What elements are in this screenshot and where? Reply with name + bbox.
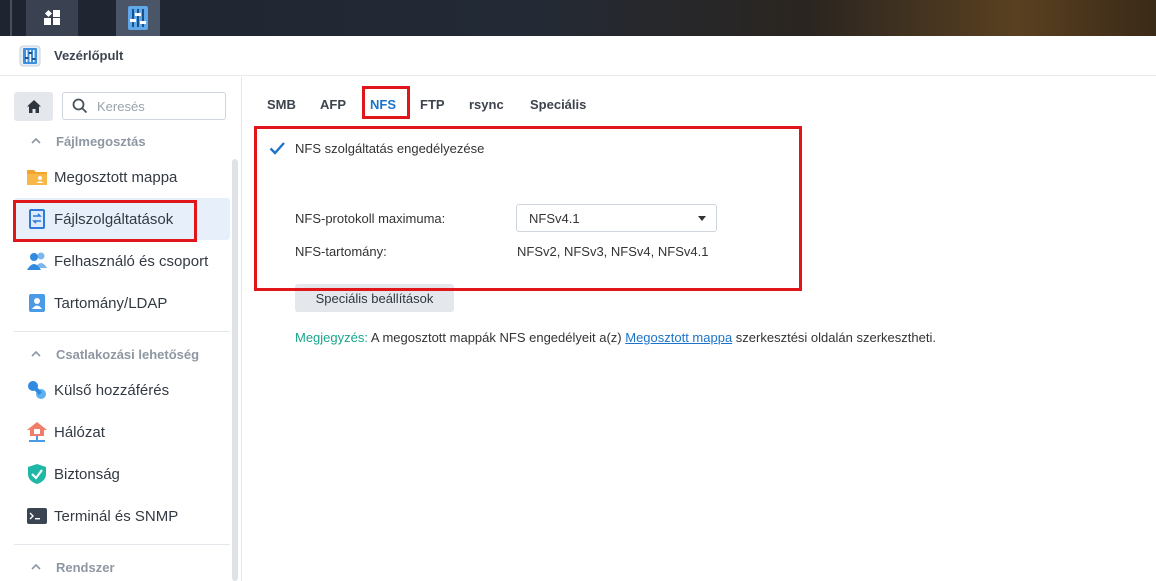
section-label: Csatlakozási lehetőség [56, 346, 200, 362]
tab-rsync[interactable]: rsync [469, 97, 504, 112]
sidebar-item-network[interactable]: Hálózat [14, 411, 230, 453]
max-protocol-label: NFS-protokoll maximuma: [295, 211, 446, 226]
window-title: Vezérlőpult [54, 48, 124, 63]
window-titlebar: Vezérlőpult [0, 36, 1156, 76]
nfs-enable-label: NFS szolgáltatás engedélyezése [295, 140, 485, 156]
sidebar-item-label: Felhasználó és csoport [54, 252, 209, 270]
nfs-enable-row[interactable]: NFS szolgáltatás engedélyezése [268, 139, 484, 157]
sidebar-item-label: Fájlszolgáltatások [54, 210, 174, 228]
sidebar-item-file-services[interactable]: Fájlszolgáltatások [14, 198, 230, 240]
tab-ftp[interactable]: FTP [420, 97, 445, 112]
chevron-up-icon [31, 563, 41, 570]
folder-icon [26, 166, 48, 188]
domain-icon [26, 292, 48, 314]
sidebar-scrollbar[interactable] [232, 159, 238, 581]
network-icon [26, 421, 48, 443]
users-icon [26, 250, 48, 272]
sidebar-item-users-groups[interactable]: Felhasználó és csoport [14, 240, 230, 282]
sidebar-item-external-access[interactable]: Külső hozzáférés [14, 369, 230, 411]
sidebar-item-terminal-snmp[interactable]: Terminál és SNMP [14, 495, 230, 537]
sidebar-item-domain-ldap[interactable]: Tartomány/LDAP [14, 282, 230, 324]
note-prefix: Megjegyzés: [295, 330, 368, 345]
sidebar-item-label: Külső hozzáférés [54, 381, 170, 399]
note-body: A megosztott mappák NFS engedélyeit a(z) [367, 330, 626, 345]
sidebar-item-label: Terminál és SNMP [54, 507, 179, 525]
tab-smb[interactable]: SMB [267, 97, 296, 112]
max-protocol-value: NFSv4.1 [529, 210, 580, 226]
control-panel-icon [128, 6, 148, 30]
file-services-icon [26, 208, 48, 230]
section-label: Rendszer [56, 559, 115, 575]
nfs-range-value: NFSv2, NFSv3, NFSv4, NFSv4.1 [517, 244, 709, 259]
main-panel: SMB AFP NFS FTP rsync Speciális NFS szol… [243, 77, 1156, 581]
advanced-settings-button[interactable]: Speciális beállítások [295, 284, 454, 312]
control-panel-taskbar-button[interactable] [116, 0, 160, 36]
section-connectivity[interactable]: Csatlakozási lehetőség [14, 342, 230, 366]
control-panel-window: Vezérlőpult Fájlmegosztás Megosztott map… [0, 36, 1156, 581]
chevron-up-icon [31, 350, 41, 357]
control-panel-icon [19, 45, 41, 66]
shared-folder-link[interactable]: Megosztott mappa [625, 330, 732, 345]
checkmark-icon [269, 142, 285, 155]
search-input[interactable] [97, 98, 217, 114]
search-icon [72, 98, 88, 114]
section-label: Fájlmegosztás [56, 133, 146, 149]
taskbar [0, 0, 1156, 36]
nfs-range-label: NFS-tartomány: [295, 244, 387, 259]
sidebar-item-label: Biztonság [54, 465, 120, 483]
tab-nfs[interactable]: NFS [370, 97, 396, 112]
max-protocol-select[interactable]: NFSv4.1 [516, 204, 717, 232]
divider [14, 331, 230, 332]
chevron-up-icon [31, 137, 41, 144]
shield-icon [26, 463, 48, 485]
home-icon [26, 100, 41, 113]
external-access-icon [26, 379, 48, 401]
tab-afp[interactable]: AFP [320, 97, 346, 112]
dropdown-arrow-icon [698, 215, 706, 221]
divider [14, 544, 230, 545]
home-button[interactable] [14, 92, 53, 121]
main-menu-button[interactable] [26, 0, 78, 36]
tab-bar: SMB AFP NFS FTP rsync Speciális [243, 77, 1156, 121]
sidebar-item-label: Hálózat [54, 423, 105, 441]
sidebar-item-label: Tartomány/LDAP [54, 294, 168, 312]
search-box[interactable] [62, 92, 226, 120]
note-body-end: szerkesztési oldalán szerkesztheti. [732, 330, 936, 345]
sidebar-item-shared-folder[interactable]: Megosztott mappa [14, 156, 230, 198]
sidebar-item-security[interactable]: Biztonság [14, 453, 230, 495]
nfs-enable-checkbox[interactable] [268, 139, 286, 157]
section-file-sharing[interactable]: Fájlmegosztás [14, 129, 230, 153]
sidebar-item-label: Megosztott mappa [54, 168, 178, 186]
section-system[interactable]: Rendszer [14, 555, 230, 579]
sidebar: Fájlmegosztás Megosztott mappa Fájlszolg… [0, 77, 242, 581]
tab-advanced[interactable]: Speciális [530, 97, 586, 112]
terminal-icon [26, 505, 48, 527]
taskbar-divider [10, 0, 12, 36]
apps-grid-icon [44, 9, 60, 25]
note-text: Megjegyzés: A megosztott mappák NFS enge… [295, 330, 936, 345]
